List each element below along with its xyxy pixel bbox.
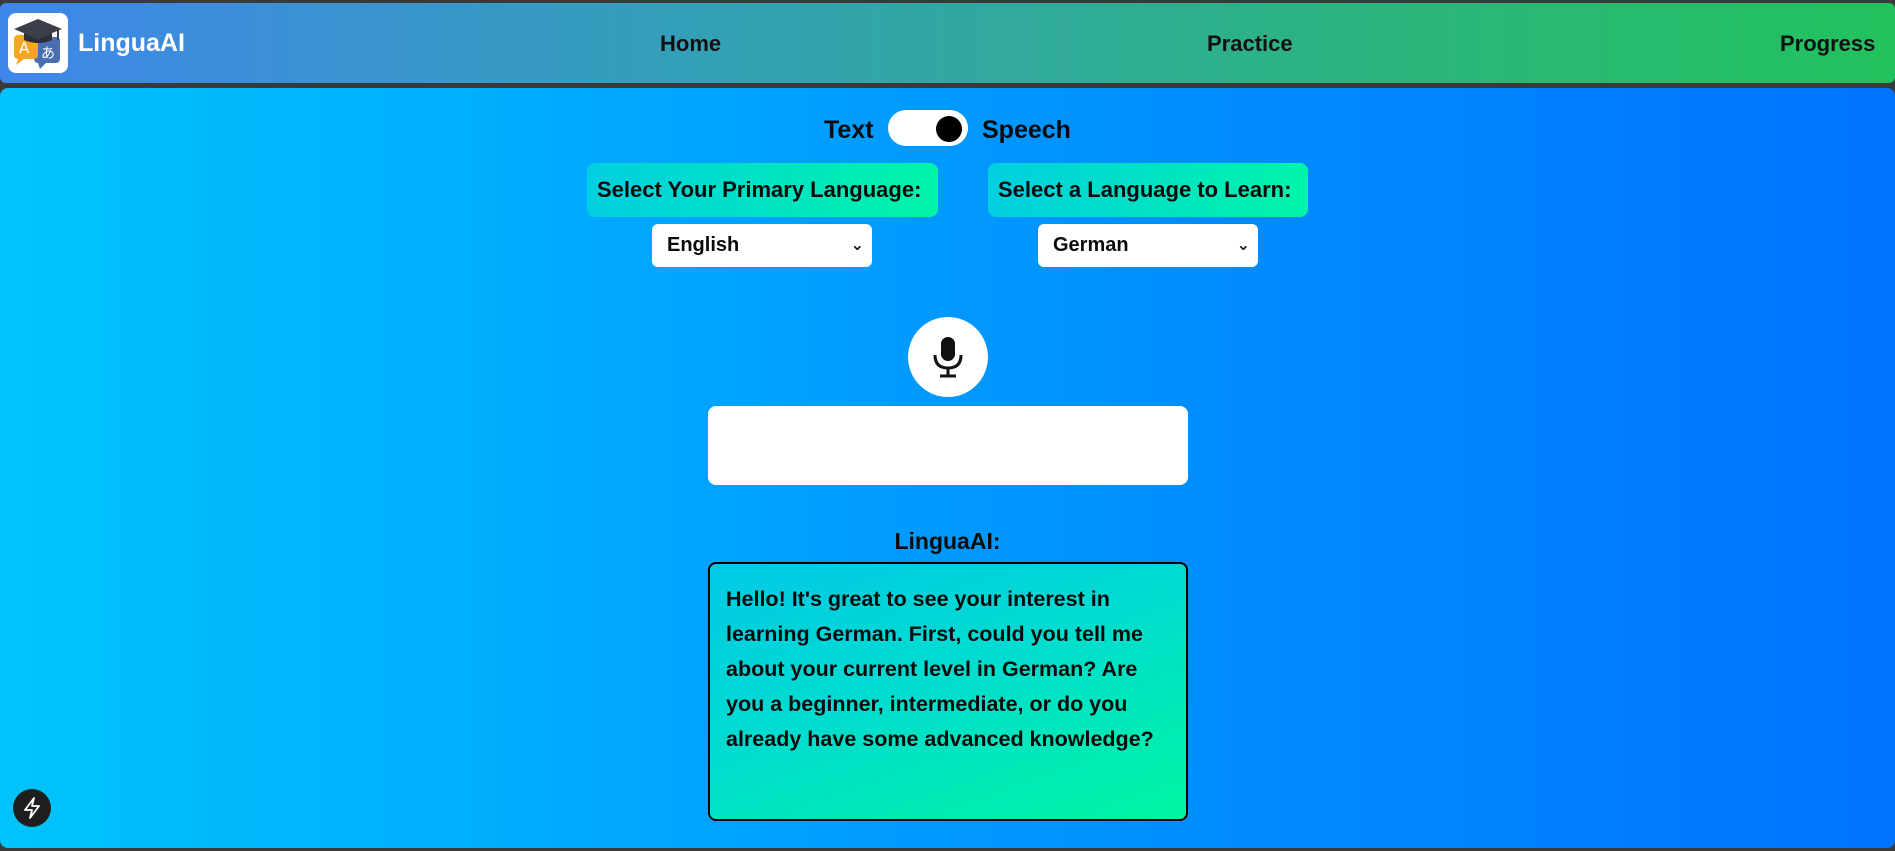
learn-language-label: Select a Language to Learn: — [988, 163, 1308, 217]
microphone-icon — [933, 337, 963, 378]
speech-mode-label: Speech — [982, 116, 1071, 144]
lightning-bolt-icon — [24, 797, 40, 819]
assistant-response: Hello! It's great to see your interest i… — [708, 562, 1188, 821]
text-mode-label: Text — [824, 116, 874, 144]
mode-toggle-switch[interactable] — [888, 110, 968, 146]
nav-practice-link[interactable]: Practice — [1207, 31, 1293, 57]
primary-language-label: Select Your Primary Language: — [587, 163, 938, 217]
nav-home-link[interactable]: Home — [660, 31, 721, 57]
learn-language-value: German — [1053, 234, 1129, 256]
chevron-down-icon: ⌄ — [850, 237, 864, 254]
learn-language-select[interactable]: German ⌄ — [1038, 224, 1258, 267]
microphone-button[interactable] — [908, 317, 988, 397]
brand-name: LinguaAI — [78, 29, 185, 57]
assistant-label: LinguaAI: — [894, 528, 1001, 554]
primary-language-value: English — [667, 234, 740, 256]
logo[interactable]: A あ — [8, 13, 68, 73]
nav-progress-link[interactable]: Progress — [1780, 31, 1875, 57]
top-navbar: A あ LinguaAI Home Practice Progress — [0, 3, 1895, 83]
dev-tools-button[interactable] — [13, 789, 51, 827]
mode-toggle-row: Text Speech — [0, 110, 1895, 150]
main-panel: Text Speech Select Your Primary Language… — [0, 88, 1895, 848]
chevron-down-icon: ⌄ — [1236, 237, 1250, 254]
svg-text:A: A — [19, 39, 30, 57]
message-input[interactable] — [708, 406, 1188, 485]
primary-language-select[interactable]: English ⌄ — [652, 224, 872, 267]
toggle-knob — [936, 116, 962, 142]
svg-text:あ: あ — [41, 46, 55, 62]
graduation-cap-translate-icon: A あ — [14, 19, 62, 69]
